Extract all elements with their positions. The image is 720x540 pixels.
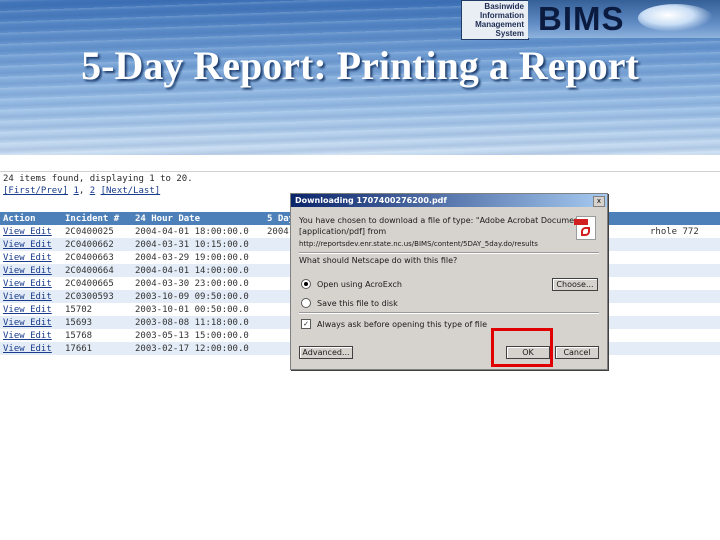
cancel-button[interactable]: Cancel xyxy=(555,346,599,359)
row-incident: 2C0400664 xyxy=(62,264,132,277)
bims-logo-text: BIMS xyxy=(538,0,625,37)
row-date: 2003-08-08 11:18:00.0 xyxy=(132,316,264,329)
results-status: 24 items found, displaying 1 to 20. xyxy=(3,174,193,184)
row-incident: 15693 xyxy=(62,316,132,329)
pager-first-prev-link[interactable]: [First/Prev] xyxy=(3,186,68,196)
open-with-radio[interactable] xyxy=(301,279,311,289)
always-ask-option[interactable]: ✓ Always ask before opening this type of … xyxy=(301,319,487,329)
logo-line-1: Basinwide xyxy=(484,2,524,11)
row-date: 2004-04-01 18:00:00.0 xyxy=(135,226,249,237)
row-date: 2003-10-09 09:50:00.0 xyxy=(132,290,264,303)
row-action-links[interactable]: View Edit xyxy=(0,329,62,342)
col-header-24-hour-date[interactable]: 24 Hour Date xyxy=(132,212,264,225)
row-incident: 2C0400665 xyxy=(65,278,114,289)
row-extra-fragment: rhole 772 xyxy=(650,226,699,237)
col-header-incident[interactable]: Incident # xyxy=(62,212,132,225)
row-action-links[interactable]: View Edit xyxy=(0,290,62,303)
dialog-close-button[interactable]: x xyxy=(593,196,605,207)
row-date: 2003-05-13 15:00:00.0 xyxy=(135,330,249,341)
row-date: 2004-04-01 14:00:00.0 xyxy=(132,264,264,277)
dialog-source-url: http://reportsdev.enr.state.nc.us/BIMS/c… xyxy=(299,240,538,248)
row-incident: 17661 xyxy=(62,342,132,355)
app-top-bar xyxy=(0,157,720,172)
download-dialog: Downloading 1707400276200.pdf x You have… xyxy=(290,193,608,370)
row-date: 2004-03-30 23:00:00.0 xyxy=(135,278,249,289)
dialog-title: Downloading 1707400276200.pdf xyxy=(291,194,607,207)
dialog-question: What should Netscape do with this file? xyxy=(299,256,458,265)
row-date: 2004-03-31 10:15:00.0 xyxy=(132,238,264,251)
pager-page-2-link[interactable]: 2 xyxy=(90,186,95,196)
logo-line-2: Information xyxy=(480,11,524,20)
col-header-action[interactable]: Action xyxy=(0,212,62,225)
dialog-separator xyxy=(299,252,599,254)
row-action-links[interactable]: View Edit xyxy=(0,303,62,316)
pagination: [First/Prev] 1, 2 [Next/Last] xyxy=(3,186,161,196)
save-to-disk-radio[interactable] xyxy=(301,298,311,308)
row-action-links[interactable]: View Edit xyxy=(0,342,62,355)
always-ask-label: Always ask before opening this type of f… xyxy=(317,319,487,329)
row-incident: 2C0400662 xyxy=(62,238,132,251)
logo-line-3: Management xyxy=(475,20,524,29)
pager-next-last-link[interactable]: [Next/Last] xyxy=(101,186,161,196)
row-action-links[interactable]: View Edit xyxy=(0,264,62,277)
save-to-disk-label: Save this file to disk xyxy=(317,298,398,308)
row-date: 2003-02-17 12:00:00.0 xyxy=(132,342,264,355)
row-date: 2003-10-01 00:50:00.0 xyxy=(135,304,249,315)
row-date: 2004-03-29 19:00:00.0 xyxy=(135,252,249,263)
open-with-label: Open using AcroExch xyxy=(317,279,402,289)
choose-button[interactable]: Choose... xyxy=(552,278,598,291)
logo-line-4: System xyxy=(495,29,524,38)
row-action-links[interactable]: View Edit xyxy=(0,251,62,264)
row-incident: 2C0400663 xyxy=(65,252,114,263)
row-incident: 2C0300593 xyxy=(62,290,132,303)
dialog-mime-text: [application/pdf] from xyxy=(299,227,387,236)
always-ask-checkbox[interactable]: ✓ xyxy=(301,319,311,329)
row-incident: 15768 xyxy=(65,330,93,341)
row-incident: 15702 xyxy=(65,304,93,315)
open-with-option[interactable]: Open using AcroExch xyxy=(301,279,402,289)
row-incident: 2C0400025 xyxy=(65,226,114,237)
slide-header: Basinwide Information Management System … xyxy=(0,0,720,155)
advanced-button[interactable]: Advanced... xyxy=(299,346,353,359)
wave-icon xyxy=(638,4,713,32)
ok-highlight-box xyxy=(491,328,553,367)
row-action-links[interactable]: View Edit xyxy=(0,238,62,251)
save-to-disk-option[interactable]: Save this file to disk xyxy=(301,298,398,308)
row-action-links[interactable]: View Edit xyxy=(0,277,62,290)
dialog-separator xyxy=(299,312,599,314)
pdf-file-icon xyxy=(574,216,596,240)
bims-logo-caption: Basinwide Information Management System xyxy=(461,0,529,40)
row-action-links[interactable]: View Edit xyxy=(0,316,62,329)
row-action-links[interactable]: View Edit xyxy=(0,225,62,238)
pager-page-1-link[interactable]: 1 xyxy=(73,186,78,196)
bims-logo: BIMS xyxy=(528,0,720,38)
dialog-file-type-text: You have chosen to download a file of ty… xyxy=(299,216,586,225)
slide-title: 5-Day Report: Printing a Report xyxy=(81,43,639,88)
